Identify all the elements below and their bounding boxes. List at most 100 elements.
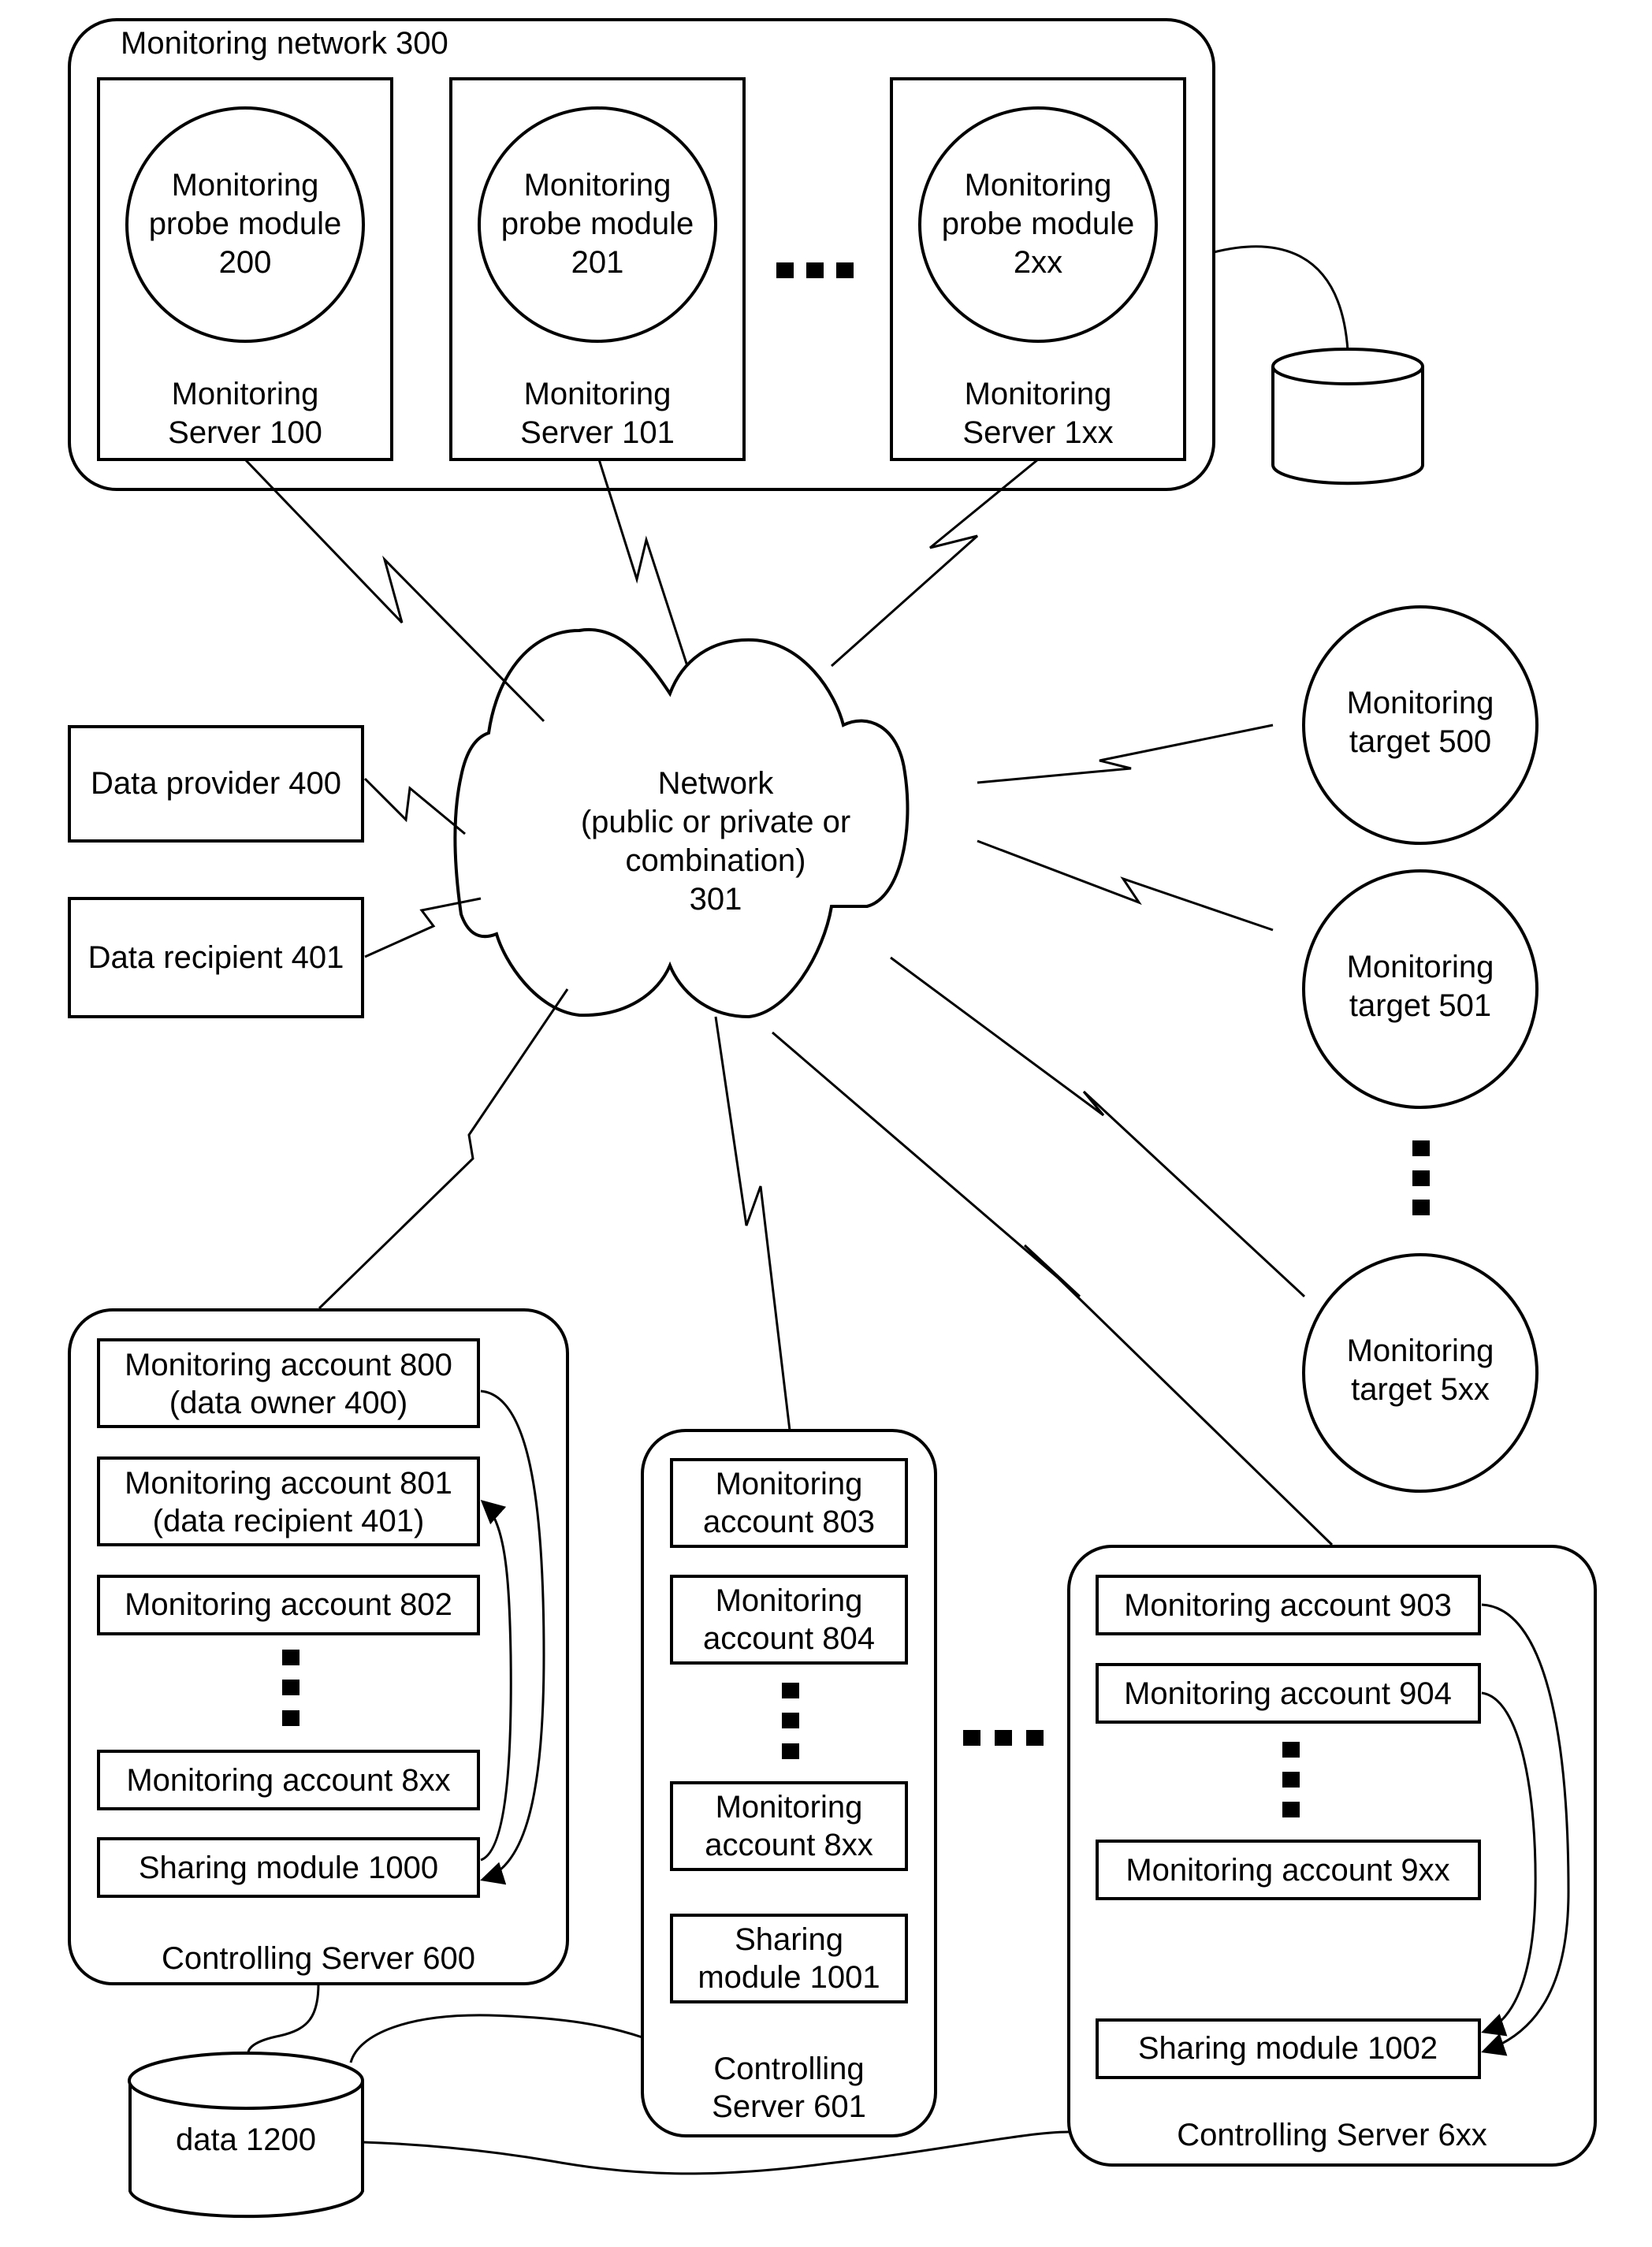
connector-cs601-data (349, 2014, 643, 2063)
sharing-module-1001[interactable]: Sharing module 1001 (670, 1914, 908, 2003)
monitoring-server-100[interactable]: Monitoring probe module 200 Monitoring S… (97, 77, 393, 461)
monitoring-network-group: Monitoring network 300 Monitoring probe … (68, 18, 1424, 491)
monitoring-account-804[interactable]: Monitoring account 804 (670, 1575, 908, 1665)
server-label-line2: Server 101 (520, 415, 675, 450)
monitoring-target-501[interactable]: Monitoring target 501 (1302, 869, 1539, 1109)
account-label: Monitoring account 802 (125, 1587, 452, 1622)
arrow-903-to-sharing (1481, 1603, 1570, 2056)
network-label-line4: 301 (690, 882, 742, 917)
monitoring-account-8xx[interactable]: Monitoring account 8xx (97, 1750, 480, 1810)
account-label-line1: Monitoring (716, 1583, 863, 1618)
monitoring-account-904[interactable]: Monitoring account 904 (1096, 1663, 1481, 1724)
network-label-line1: Network (658, 766, 775, 801)
server-label-line1: Monitoring (965, 377, 1112, 411)
monitoring-account-803[interactable]: Monitoring account 803 (670, 1458, 908, 1548)
account-label-line2: (data owner 400) (169, 1386, 407, 1420)
data-provider-label: Data provider 400 (91, 766, 341, 801)
link-network-target500 (977, 724, 1274, 784)
arrow-800-to-sharing (480, 1389, 545, 1885)
probe-label-line2: probe module (501, 206, 694, 241)
monitoring-server-1xx[interactable]: Monitoring probe module 2xx Monitoring S… (890, 77, 1186, 461)
account-label-line2: account 8xx (705, 1828, 873, 1862)
link-network-target5xx (890, 956, 1306, 1298)
data-store-1200[interactable]: data 1200 (128, 2052, 364, 2219)
server-label-line1: Monitoring (524, 377, 672, 411)
account-label: Monitoring account 8xx (126, 1763, 450, 1798)
account-label: Monitoring account 903 (1124, 1588, 1452, 1623)
account-label-line2: account 804 (703, 1621, 875, 1656)
target-label-line2: target 500 (1349, 724, 1491, 759)
arrow-904-to-sharing (1481, 1691, 1537, 2037)
target-label-line1: Monitoring (1347, 1334, 1494, 1368)
sharing-module-label: Sharing module 1000 (139, 1851, 438, 1885)
probe-label-line1: Monitoring (172, 168, 319, 203)
target-label-line1: Monitoring (1347, 950, 1494, 984)
database-connector (1213, 245, 1349, 352)
system-diagram: Monitoring network 300 Monitoring probe … (68, 18, 1597, 2219)
probe-label-line3: 200 (219, 245, 272, 280)
data-store-connectors (247, 1983, 1070, 2175)
connector-cs600-data (247, 1983, 320, 2054)
account-label-line1: Monitoring account 800 (125, 1348, 452, 1382)
monitoring-target-500[interactable]: Monitoring target 500 (1302, 605, 1539, 845)
network-label-line2: (public or private or (581, 805, 850, 839)
account-label-line1: Monitoring (716, 1467, 863, 1501)
sharing-module-label: Sharing module 1002 (1138, 2031, 1438, 2066)
probe-label-line3: 2xx (1014, 245, 1062, 280)
monitoring-account-801[interactable]: Monitoring account 801 (data recipient 4… (97, 1456, 480, 1546)
controlling-server-601[interactable]: Monitoring account 803 Monitoring accoun… (641, 1429, 937, 2137)
ellipsis-horizontal-icon (776, 262, 854, 278)
controlling-server-label: Controlling Server 6xx (1177, 2118, 1487, 2152)
account-label-line1: Monitoring account 801 (125, 1466, 452, 1501)
monitoring-account-903[interactable]: Monitoring account 903 (1096, 1575, 1481, 1635)
link-provider-network (363, 777, 466, 835)
monitoring-account-802[interactable]: Monitoring account 802 (97, 1575, 480, 1635)
server-label-line1: Monitoring (172, 377, 319, 411)
ellipsis-vertical-icon (1282, 1742, 1300, 1817)
controlling-server-6xx[interactable]: Monitoring account 903 Monitoring accoun… (1067, 1545, 1597, 2167)
monitoring-account-9xx[interactable]: Monitoring account 9xx (1096, 1840, 1481, 1900)
link-network-cs601 (714, 1016, 791, 1431)
probe-label-line1: Monitoring (965, 168, 1112, 203)
link-network-target501 (977, 839, 1274, 932)
data-recipient-label: Data recipient 401 (88, 940, 344, 975)
ellipsis-vertical-icon (782, 1683, 799, 1759)
probe-label-line1: Monitoring (524, 168, 672, 203)
ellipsis-vertical-icon (1412, 1140, 1430, 1215)
sharing-module-1000[interactable]: Sharing module 1000 (97, 1837, 480, 1898)
monitoring-account-800[interactable]: Monitoring account 800 (data owner 400) (97, 1338, 480, 1428)
server-label-line2: Server 100 (168, 415, 322, 450)
network-cloud[interactable]: Network (public or private or combinatio… (453, 627, 910, 1019)
sharing-module-label-line2: module 1001 (698, 1960, 880, 1995)
data-provider-400[interactable]: Data provider 400 (68, 725, 364, 843)
data-store-label: data 1200 (176, 2122, 316, 2157)
link-server100-network (244, 458, 545, 723)
target-label-line1: Monitoring (1347, 686, 1494, 720)
account-label: Monitoring account 9xx (1126, 1853, 1449, 1888)
database-top (128, 2052, 364, 2110)
account-label-line2: (data recipient 401) (153, 1504, 425, 1538)
target-label-line2: target 5xx (1351, 1372, 1490, 1407)
probe-label-line3: 201 (571, 245, 624, 280)
sharing-module-1002[interactable]: Sharing module 1002 (1096, 2018, 1481, 2079)
account-label: Monitoring account 904 (1124, 1676, 1452, 1711)
controlling-server-label-line1: Controlling (713, 2052, 864, 2086)
probe-label-line2: probe module (942, 206, 1135, 241)
monitoring-server-101[interactable]: Monitoring probe module 201 Monitoring S… (449, 77, 746, 461)
probe-label-line2: probe module (149, 206, 342, 241)
arrow-sharing-to-801 (480, 1499, 512, 1862)
server-label-line2: Server 1xx (962, 415, 1113, 450)
link-network-cs600 (318, 988, 569, 1310)
ellipsis-vertical-icon (282, 1650, 300, 1726)
sharing-module-label-line1: Sharing (735, 1922, 843, 1957)
link-recipient-network (364, 897, 482, 958)
controlling-server-600[interactable]: Monitoring account 800 (data owner 400) … (68, 1308, 569, 1985)
network-label-line3: combination) (625, 843, 806, 878)
ellipsis-horizontal-icon (963, 1730, 1044, 1746)
connector-cs6xx-data (362, 2130, 1070, 2175)
target-label-line2: target 501 (1349, 988, 1491, 1023)
monitoring-target-5xx[interactable]: Monitoring target 5xx (1302, 1253, 1539, 1493)
data-recipient-401[interactable]: Data recipient 401 (68, 897, 364, 1018)
account-label-line2: account 803 (703, 1505, 875, 1539)
monitoring-account-8xx[interactable]: Monitoring account 8xx (670, 1781, 908, 1871)
